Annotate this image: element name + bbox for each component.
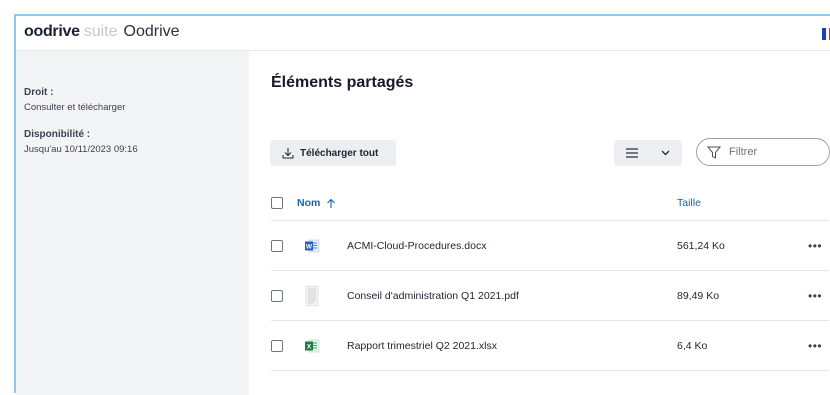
pdf-thumbnail-icon xyxy=(305,285,319,306)
name-column-header[interactable]: Nom xyxy=(297,197,336,209)
file-size: 89,49 Ko xyxy=(677,289,720,302)
table-row[interactable]: X Rapport trimestriel Q2 2021.xlsx 6,4 K… xyxy=(271,321,829,371)
list-view-icon xyxy=(626,148,638,158)
download-icon xyxy=(282,148,294,159)
table-row[interactable]: Conseil d'administration Q1 2021.pdf 89,… xyxy=(271,271,829,321)
permission-info: Droit : Consulter et télécharger xyxy=(24,87,125,113)
file-size: 6,4 Ko xyxy=(677,339,708,352)
filter-icon xyxy=(707,146,721,159)
table-header: Nom Taille xyxy=(271,186,829,221)
row-menu-button[interactable]: ••• xyxy=(808,240,822,252)
filter-field[interactable] xyxy=(696,138,830,166)
availability-label: Disponibilité : xyxy=(24,129,91,140)
files-table: Nom Taille W ACMI-Cloud-Procedures.docx … xyxy=(271,186,829,371)
organization-name: Oodrive xyxy=(123,23,180,40)
download-all-label: Télécharger tout xyxy=(300,147,379,159)
availability-value: Jusqu'au 10/11/2023 09:16 xyxy=(24,144,138,155)
arrow-up-icon xyxy=(327,198,336,208)
file-name[interactable]: ACMI-Cloud-Procedures.docx xyxy=(347,240,486,252)
svg-text:X: X xyxy=(307,343,312,350)
french-flag-icon[interactable] xyxy=(822,28,830,40)
page-title: Éléments partagés xyxy=(271,74,414,91)
brand-name: oodrive xyxy=(24,23,80,40)
row-checkbox[interactable] xyxy=(271,289,283,302)
file-name[interactable]: Rapport trimestriel Q2 2021.xlsx xyxy=(347,340,497,352)
view-mode-dropdown[interactable] xyxy=(614,140,682,166)
file-size: 561,24 Ko xyxy=(677,239,725,252)
app-logo[interactable]: oodrive suite Oodrive xyxy=(24,23,180,41)
permission-value: Consulter et télécharger xyxy=(24,102,126,113)
excel-file-icon: X xyxy=(305,339,320,352)
brand-suite: suite xyxy=(83,23,118,40)
table-row[interactable]: W ACMI-Cloud-Procedures.docx 561,24 Ko •… xyxy=(271,221,829,271)
availability-info: Disponibilité : Jusqu'au 10/11/2023 09:1… xyxy=(24,129,138,155)
filter-input[interactable] xyxy=(727,145,821,159)
row-checkbox[interactable] xyxy=(271,339,283,352)
svg-text:W: W xyxy=(306,243,313,250)
main-content: Éléments partagés Télécharger tout Filtr… xyxy=(249,51,830,393)
row-checkbox[interactable] xyxy=(271,239,283,252)
app-window: oodrive suite Oodrive Droit : Consulter et… xyxy=(14,14,830,395)
select-all-checkbox[interactable] xyxy=(271,197,283,209)
row-menu-button[interactable]: ••• xyxy=(808,340,822,352)
chevron-down-icon xyxy=(661,150,670,156)
file-name[interactable]: Conseil d'administration Q1 2021.pdf xyxy=(347,290,519,302)
top-bar: oodrive suite Oodrive xyxy=(16,16,830,51)
row-menu-button[interactable]: ••• xyxy=(808,290,822,302)
size-column-header[interactable]: Taille xyxy=(677,197,701,209)
permission-label: Droit : xyxy=(24,87,54,98)
name-column-label: Nom xyxy=(297,197,321,209)
share-info-sidebar: Droit : Consulter et télécharger Disponi… xyxy=(16,51,249,395)
word-file-icon: W xyxy=(305,239,320,252)
download-all-button[interactable]: Télécharger tout xyxy=(270,140,396,166)
